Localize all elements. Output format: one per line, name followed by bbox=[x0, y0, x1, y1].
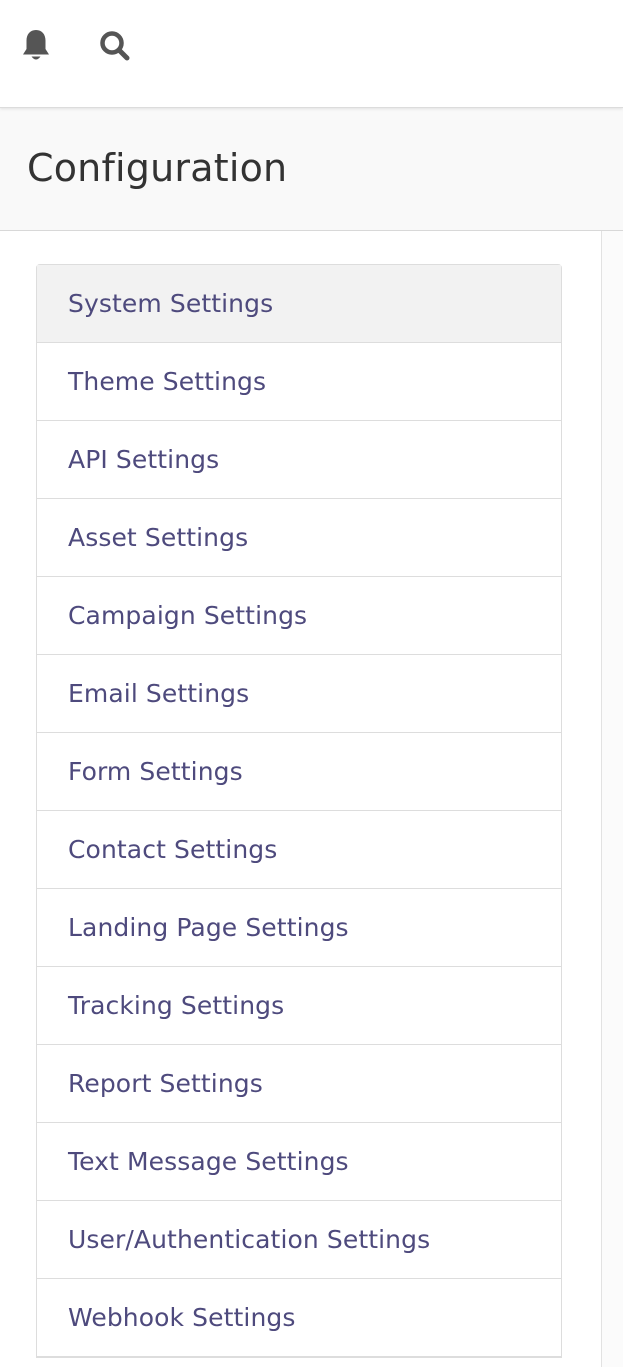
settings-menu-item-label: Report Settings bbox=[68, 1069, 263, 1098]
settings-menu-item[interactable]: Report Settings bbox=[37, 1045, 561, 1123]
settings-menu-item[interactable]: API Settings bbox=[37, 421, 561, 499]
search-button[interactable] bbox=[95, 26, 135, 66]
settings-menu-item-label: Tracking Settings bbox=[68, 991, 285, 1020]
settings-menu-item[interactable]: Asset Settings bbox=[37, 499, 561, 577]
page-header: Configuration bbox=[0, 108, 623, 231]
notifications-button[interactable] bbox=[16, 26, 56, 66]
settings-menu-item-label: Theme Settings bbox=[68, 367, 267, 396]
settings-menu-item[interactable]: Tracking Settings bbox=[37, 967, 561, 1045]
settings-menu-item-label: Text Message Settings bbox=[68, 1147, 349, 1176]
settings-menu-item[interactable]: Contact Settings bbox=[37, 811, 561, 889]
settings-menu-item-label: User/Authentication Settings bbox=[68, 1225, 431, 1254]
settings-menu-item-label: Asset Settings bbox=[68, 523, 249, 552]
page-title: Configuration bbox=[27, 146, 288, 190]
settings-menu-item[interactable]: Campaign Settings bbox=[37, 577, 561, 655]
settings-menu: System Settings Theme Settings API Setting… bbox=[36, 264, 562, 1358]
settings-menu-item[interactable]: Landing Page Settings bbox=[37, 889, 561, 967]
settings-menu-item[interactable]: Theme Settings bbox=[37, 343, 561, 421]
settings-menu-item-label: System Settings bbox=[68, 289, 274, 318]
settings-menu-item[interactable]: System Settings bbox=[37, 265, 561, 343]
settings-menu-item-label: Form Settings bbox=[68, 757, 243, 786]
settings-menu-item[interactable]: Webhook Settings bbox=[37, 1279, 561, 1357]
settings-panel bbox=[602, 231, 623, 1367]
settings-menu-item-label: API Settings bbox=[68, 445, 220, 474]
settings-menu-item[interactable]: User/Authentication Settings bbox=[37, 1201, 561, 1279]
settings-menu-item-label: Webhook Settings bbox=[68, 1303, 296, 1332]
settings-menu-item[interactable]: Form Settings bbox=[37, 733, 561, 811]
settings-menu-item-label: Contact Settings bbox=[68, 835, 278, 864]
config-content: System Settings Theme Settings API Setting… bbox=[0, 231, 623, 1367]
top-navbar bbox=[0, 0, 623, 108]
bell-icon bbox=[23, 30, 49, 60]
settings-menu-item-label: Campaign Settings bbox=[68, 601, 308, 630]
search-icon bbox=[100, 31, 130, 61]
settings-menu-item[interactable]: Text Message Settings bbox=[37, 1123, 561, 1201]
settings-menu-item-label: Landing Page Settings bbox=[68, 913, 349, 942]
settings-menu-item-label: Email Settings bbox=[68, 679, 250, 708]
settings-menu-item[interactable]: Email Settings bbox=[37, 655, 561, 733]
